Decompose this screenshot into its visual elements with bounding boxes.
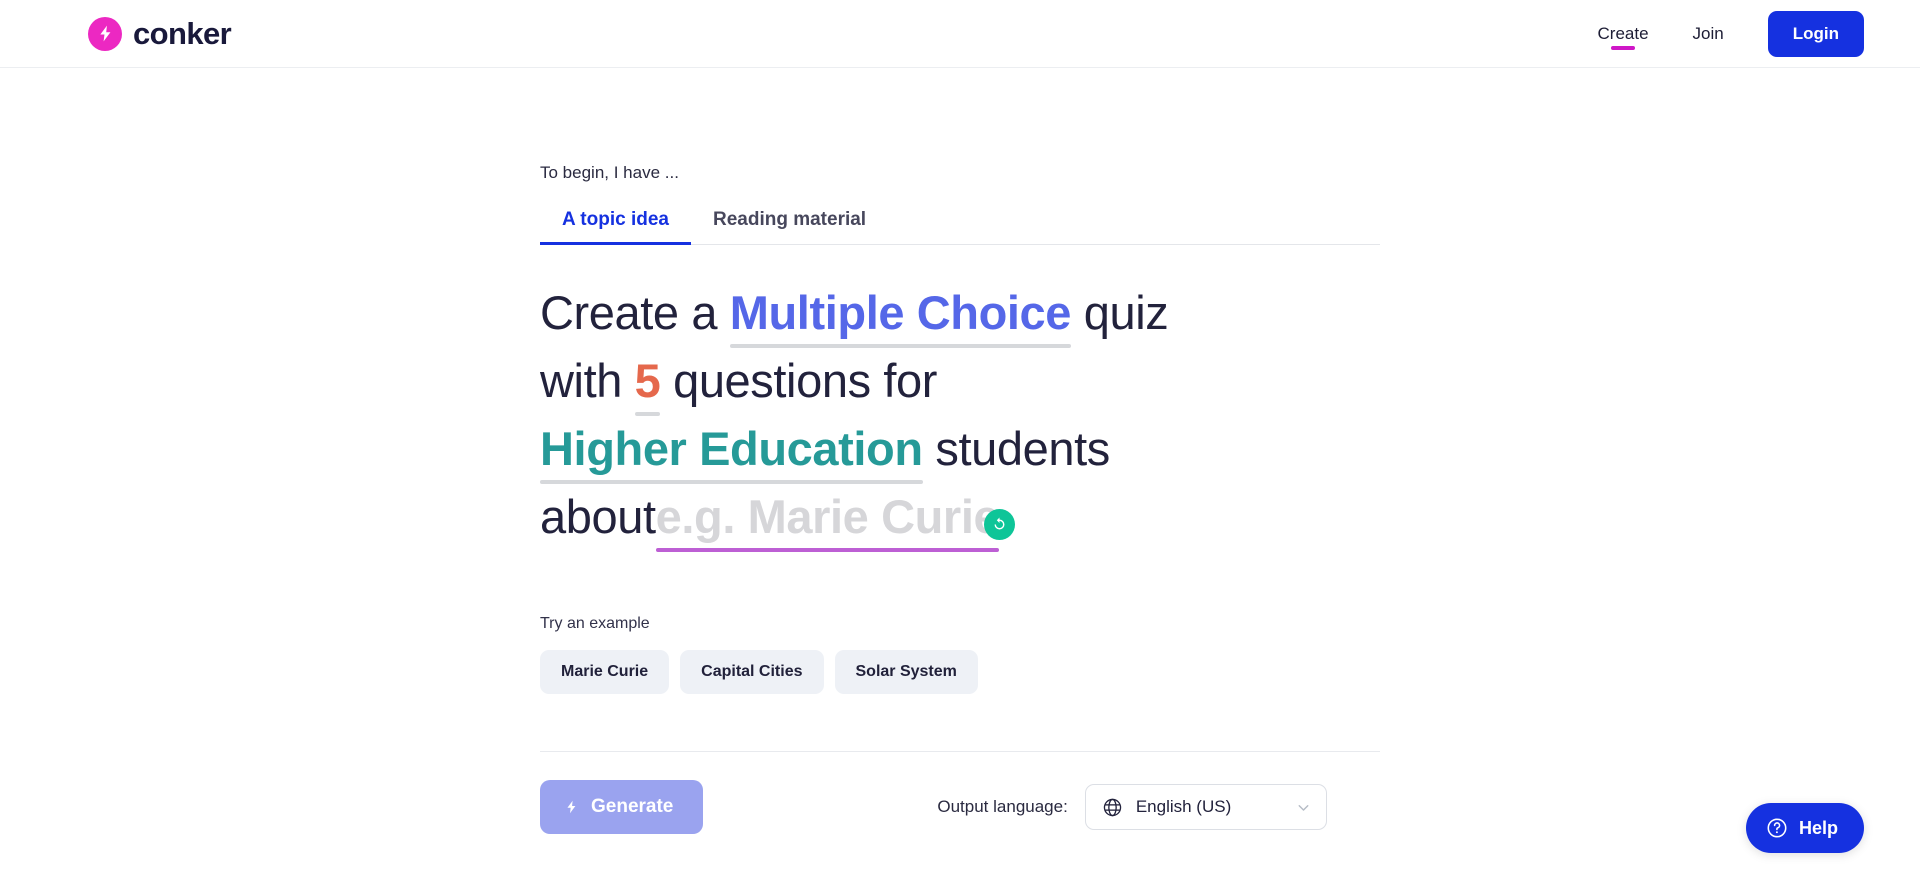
- help-button-label: Help: [1798, 817, 1838, 838]
- output-language-group: Output language: English (US): [937, 784, 1327, 831]
- lightning-bolt-icon: [564, 798, 579, 816]
- nav-item-join[interactable]: Join: [1671, 0, 1746, 68]
- refresh-icon[interactable]: [984, 509, 1016, 541]
- audience-slot[interactable]: Higher Education: [540, 422, 923, 477]
- tab-a-topic-idea[interactable]: A topic idea: [540, 209, 691, 246]
- globe-icon: [1102, 797, 1123, 818]
- prompt-builder: Create a Multiple Choice quiz with 5 que…: [540, 279, 1260, 551]
- examples-label: Try an example: [540, 615, 650, 633]
- generate-button-label: Generate: [591, 796, 674, 818]
- generate-button[interactable]: Generate: [540, 780, 704, 835]
- begin-label: To begin, I have ...: [540, 163, 679, 182]
- prompt-text-part3: questions for: [673, 354, 937, 408]
- topic-input[interactable]: e.g. Marie Curie: [655, 490, 1016, 545]
- example-chips: Marie Curie Capital Cities Solar System: [540, 650, 1380, 695]
- main-nav: Create Join Login: [1576, 0, 1864, 68]
- main-content: To begin, I have ... A topic idea Readin…: [540, 68, 1380, 835]
- example-chip-solar-system[interactable]: Solar System: [834, 650, 978, 695]
- topic-placeholder-text: e.g. Marie Curie: [655, 490, 1000, 544]
- actions-row: Generate Output language: English (US): [540, 780, 1380, 835]
- lightning-bolt-icon: [88, 16, 122, 51]
- example-chip-capital-cities[interactable]: Capital Cities: [680, 650, 824, 695]
- output-language-select[interactable]: English (US): [1084, 784, 1327, 831]
- question-count-slot[interactable]: 5: [635, 354, 661, 409]
- site-header: conker Create Join Login: [0, 0, 1920, 68]
- brand-logo[interactable]: conker: [88, 16, 232, 51]
- output-language-label: Output language:: [937, 797, 1068, 817]
- quiz-type-slot[interactable]: Multiple Choice: [730, 286, 1072, 341]
- output-language-value: English (US): [1135, 797, 1232, 817]
- question-circle-icon: [1766, 817, 1788, 839]
- tab-reading-material[interactable]: Reading material: [691, 209, 888, 244]
- nav-item-create[interactable]: Create: [1576, 0, 1671, 68]
- chevron-down-icon: [1295, 799, 1312, 816]
- brand-name: conker: [133, 16, 232, 51]
- section-divider: [540, 751, 1380, 753]
- prompt-text-part1: Create a: [540, 286, 718, 340]
- source-tabs: A topic idea Reading material: [540, 209, 1380, 246]
- example-chip-marie-curie[interactable]: Marie Curie: [540, 650, 670, 695]
- login-button[interactable]: Login: [1767, 11, 1864, 57]
- help-button[interactable]: Help: [1745, 803, 1864, 853]
